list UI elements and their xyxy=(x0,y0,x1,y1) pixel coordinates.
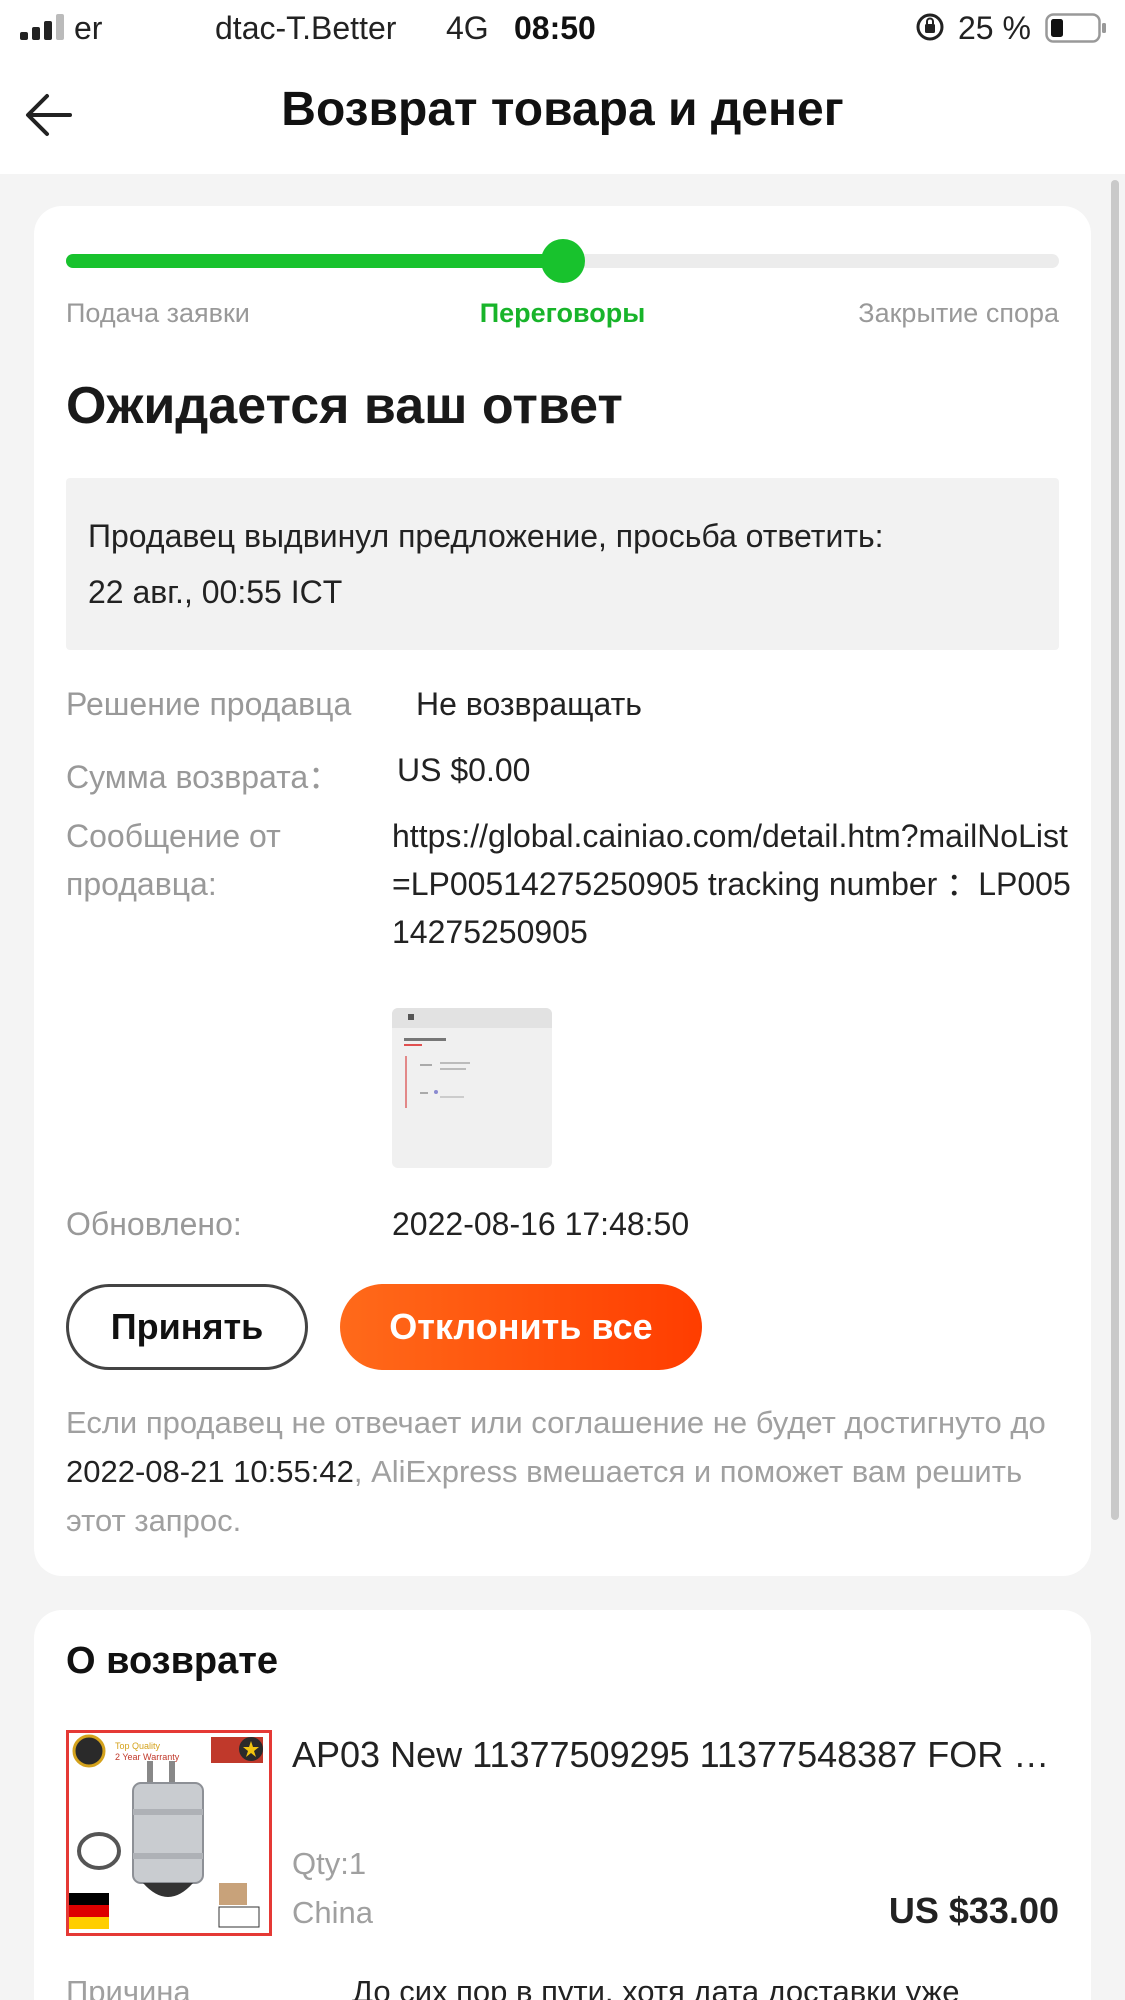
refund-amount-label: Сумма возврата： xyxy=(66,759,341,795)
message-attachment-thumbnail[interactable] xyxy=(392,1008,552,1168)
status-heading: Ожидается ваш ответ xyxy=(66,377,623,435)
product-price: US $33.00 xyxy=(888,1890,1059,1931)
progress-track xyxy=(66,239,1059,283)
product-image[interactable]: Top Quality 2 Year Warranty xyxy=(66,1730,272,1936)
app-header: Возврат товара и денег xyxy=(0,56,1125,174)
clock: 08:50 xyxy=(514,10,596,46)
svg-text:Top Quality: Top Quality xyxy=(115,1741,161,1751)
reject-all-button[interactable]: Отклонить все xyxy=(340,1284,702,1370)
return-info-card: О возврате Top Quality 2 Year Warranty A… xyxy=(34,1610,1091,2000)
status-bar: er dtac-T.Better 4G 08:50 25 % xyxy=(0,0,1125,56)
product-quantity: Qty:1 xyxy=(292,1846,367,1881)
seller-message-text: https://global.cainiao.com/detail.htm?ma… xyxy=(392,818,1071,950)
network-type: 4G xyxy=(446,10,489,46)
return-reason-label: Причина xyxy=(66,1974,191,2000)
notice-deadline: 22 авг., 00:55 ICT xyxy=(88,574,343,610)
carrier-name: dtac-T.Better xyxy=(215,10,397,46)
battery-icon xyxy=(1045,13,1106,43)
svg-text:2 Year Warranty: 2 Year Warranty xyxy=(115,1752,180,1762)
signal-icon xyxy=(20,14,64,40)
product-origin: China xyxy=(292,1895,373,1930)
product-title[interactable]: AP03 New 11377509295 11377548387 FOR BMW… xyxy=(292,1734,1062,1776)
progress-fill xyxy=(66,254,563,268)
updated-label: Обновлено: xyxy=(66,1206,242,1242)
escalation-notice: Если продавец не отвечает или соглашение… xyxy=(66,1398,1056,1545)
product-photo-sensor: Top Quality 2 Year Warranty xyxy=(69,1733,269,1933)
page-title: Возврат товара и денег xyxy=(281,83,844,136)
escalation-text-before: Если продавец не отвечает или соглашение… xyxy=(66,1405,1046,1440)
seller-proposal-notice: Продавец выдвинул предложение, просьба о… xyxy=(66,478,1059,650)
notice-text: Продавец выдвинул предложение, просьба о… xyxy=(88,518,884,554)
step-close-label: Закрытие спора xyxy=(858,298,1059,328)
scrollbar[interactable] xyxy=(1111,180,1119,1520)
battery-percent: 25 % xyxy=(958,10,1031,46)
seller-message-label: Сообщение от продавца: xyxy=(66,818,281,902)
dispute-status-card: Подача заявки Переговоры Закрытие спора … xyxy=(34,206,1091,1576)
attachment-screenshot-image xyxy=(392,1008,552,1108)
accept-button[interactable]: Принять xyxy=(66,1284,308,1370)
escalation-deadline: 2022-08-21 10:55:42 xyxy=(66,1454,354,1489)
decision-value: Не возвращать xyxy=(416,686,642,722)
progress-current-marker xyxy=(540,239,585,283)
return-reason-value: До сих пор в пути, хотя дата доставки уж… xyxy=(352,1974,960,2000)
return-info-heading: О возврате xyxy=(66,1640,279,1682)
refund-amount-value: US $0.00 xyxy=(397,752,531,788)
carrier-fragment: er xyxy=(74,10,103,46)
updated-timestamp: 2022-08-16 17:48:50 xyxy=(392,1206,690,1242)
rotation-lock-icon xyxy=(916,13,944,41)
decision-label: Решение продавца xyxy=(66,686,352,722)
